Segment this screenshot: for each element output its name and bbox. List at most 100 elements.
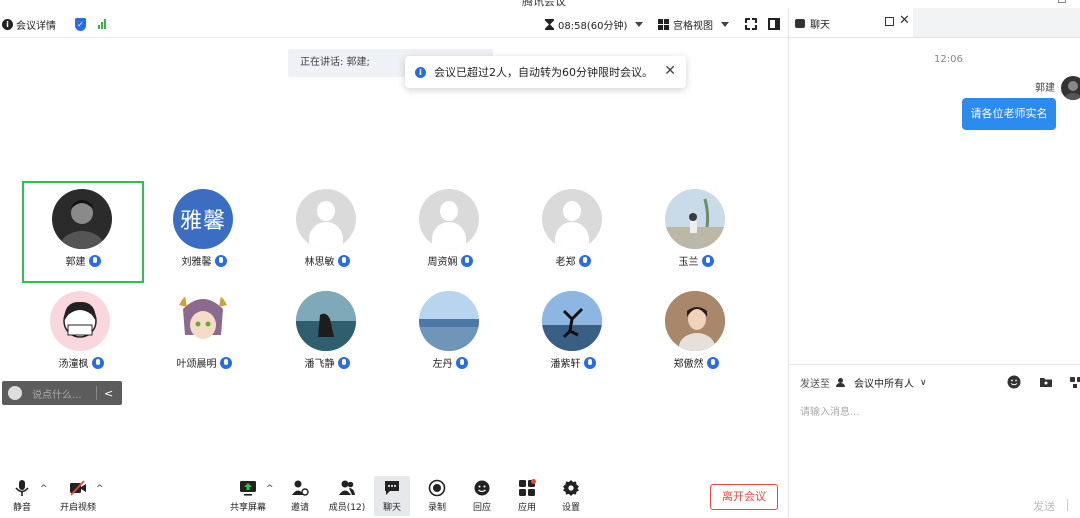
security-button[interactable]: ✓ <box>75 16 86 32</box>
meeting-top-toolbar: i 会议详情 ✓ 08:58(60分钟) 宫格视图 <box>0 8 788 38</box>
message-timestamp: 12:06 <box>934 54 963 65</box>
participant-tile[interactable]: 郑傲然 <box>635 283 757 385</box>
share-screen-icon <box>240 481 256 496</box>
invite-label: 邀请 <box>290 503 309 513</box>
mic-icon <box>88 254 101 267</box>
default-avatar-icon <box>542 189 602 249</box>
chevron-up-icon[interactable]: ^ <box>266 484 274 494</box>
participant-tile[interactable]: 周资娴 <box>389 181 511 283</box>
quick-chat-input[interactable]: 说点什么... <box>32 386 96 401</box>
participant-tile[interactable]: 雅馨 刘雅馨 <box>143 181 265 283</box>
start-video-button[interactable]: 开启视频 <box>56 476 100 516</box>
hourglass-icon <box>545 18 554 30</box>
close-notification-icon[interactable]: ✕ <box>664 63 676 79</box>
chat-button[interactable]: 聊天 <box>374 476 410 516</box>
chevron-up-icon[interactable]: ^ <box>96 484 104 494</box>
chat-header-background <box>913 8 1080 38</box>
recipient-value: 会议中所有人 <box>854 379 914 390</box>
apps-label: 应用 <box>517 503 536 513</box>
participant-tile[interactable]: 老郑 <box>512 181 634 283</box>
avatar <box>665 189 725 249</box>
quick-chat-bar[interactable]: 说点什么... < <box>2 381 122 405</box>
share-screen-button[interactable]: 共享屏幕 <box>226 476 270 516</box>
meeting-info-button[interactable]: i 会议详情 <box>2 16 56 32</box>
members-button[interactable]: 成员(12) <box>326 476 368 516</box>
more-icon[interactable] <box>1069 375 1080 389</box>
mic-icon <box>460 254 473 267</box>
participant-tile[interactable]: 潘紫轩 <box>512 283 634 385</box>
pop-out-icon[interactable] <box>885 17 894 26</box>
apps-button[interactable]: 应用 <box>507 476 547 516</box>
chat-panel-header: 聊天 ✕ <box>789 8 913 38</box>
chevron-down-icon: ∨ <box>920 377 927 388</box>
chat-message-input[interactable]: 请输入消息... <box>800 403 860 418</box>
participant-tile[interactable]: 汤潼枫 <box>20 283 142 385</box>
participant-name: 潘飞静 <box>304 359 335 370</box>
settings-button[interactable]: 设置 <box>551 476 591 516</box>
record-label: 录制 <box>427 503 446 513</box>
view-mode-label: 宫格视图 <box>673 20 713 32</box>
meeting-timer[interactable]: 08:58(60分钟) <box>545 16 644 32</box>
invite-icon <box>292 480 309 496</box>
record-button[interactable]: 录制 <box>417 476 457 516</box>
notification-text: 会议已超过2人，自动转为60分钟限时会议。 <box>434 66 653 79</box>
mic-icon <box>337 254 350 267</box>
participant-name: 左丹 <box>432 359 453 370</box>
info-icon: i <box>415 66 426 78</box>
participant-tile[interactable]: 潘飞静 <box>266 283 388 385</box>
chevron-left-icon[interactable]: < <box>104 387 113 400</box>
mic-icon <box>91 356 104 369</box>
view-mode-button[interactable]: 宫格视图 <box>658 16 729 32</box>
mute-button[interactable]: 静音 <box>2 476 42 516</box>
window-title: 腾讯会议 <box>522 0 566 8</box>
participant-tile[interactable]: 左丹 <box>389 283 511 385</box>
members-label: 成员(12) <box>328 503 366 513</box>
message-sender: 郭建 <box>1035 83 1055 94</box>
apps-icon <box>519 479 536 496</box>
grid-view-icon <box>658 18 669 30</box>
participant-tile[interactable]: 叶颂晨明 <box>143 283 265 385</box>
close-icon[interactable]: ✕ <box>899 13 910 28</box>
fullscreen-button[interactable] <box>745 16 757 32</box>
mic-icon <box>583 356 596 369</box>
default-avatar-icon <box>419 189 479 249</box>
participant-name: 汤潼枫 <box>58 359 89 370</box>
meeting-area: i 会议详情 ✓ 08:58(60分钟) 宫格视图 正在讲话: 郭建; i 会议… <box>0 8 788 518</box>
restore-window-icon[interactable] <box>1058 0 1066 3</box>
emoji-icon[interactable] <box>1007 375 1021 389</box>
participant-tile[interactable]: 玉兰 <box>635 181 757 283</box>
participant-tile[interactable]: 林思敏 <box>266 181 388 283</box>
toggle-sidebar-button[interactable] <box>768 16 780 32</box>
mic-icon <box>337 356 350 369</box>
participant-name: 郑傲然 <box>673 359 704 370</box>
chevron-up-icon[interactable]: ^ <box>40 484 48 494</box>
default-avatar-icon <box>296 189 356 249</box>
send-button[interactable]: 发送 <box>1033 498 1055 514</box>
leave-meeting-button[interactable]: 离开会议 <box>710 484 778 510</box>
react-button[interactable]: 回应 <box>462 476 502 516</box>
chat-panel: 聊天 ✕ 12:06 郭建 请各位老师实名 发送至 会议中所有人 ∨ 请输入消息… <box>788 8 1080 518</box>
chat-message-bubble: 请各位老师实名 <box>962 98 1056 130</box>
record-icon <box>428 479 446 497</box>
folder-icon[interactable] <box>1039 375 1053 389</box>
meeting-bottom-bar: 静音 ^ 开启视频 ^ 共享屏幕 ^ 邀请 成员(12) 聊天 录制 回应 应用… <box>0 470 788 518</box>
fullscreen-icon <box>745 18 757 30</box>
mic-icon <box>219 356 232 369</box>
mic-icon <box>701 254 714 267</box>
network-status[interactable] <box>98 16 106 32</box>
participant-name: 叶颂晨明 <box>176 359 217 370</box>
participant-tile[interactable]: 郭建 <box>22 181 144 283</box>
invite-button[interactable]: 邀请 <box>280 476 320 516</box>
chat-label: 聊天 <box>382 503 401 513</box>
avatar <box>50 291 110 351</box>
participant-name: 潘紫轩 <box>550 359 581 370</box>
send-to-selector[interactable]: 发送至 会议中所有人 ∨ <box>800 375 927 391</box>
divider <box>96 386 97 400</box>
chat-icon <box>385 481 399 495</box>
notification-toast: i 会议已超过2人，自动转为60分钟限时会议。 ✕ <box>405 56 686 88</box>
person-icon <box>836 378 845 387</box>
participant-name: 周资娴 <box>427 257 458 268</box>
emoji-icon[interactable] <box>8 386 22 400</box>
timer-label: 08:58(60分钟) <box>558 20 628 32</box>
avatar <box>542 291 602 351</box>
